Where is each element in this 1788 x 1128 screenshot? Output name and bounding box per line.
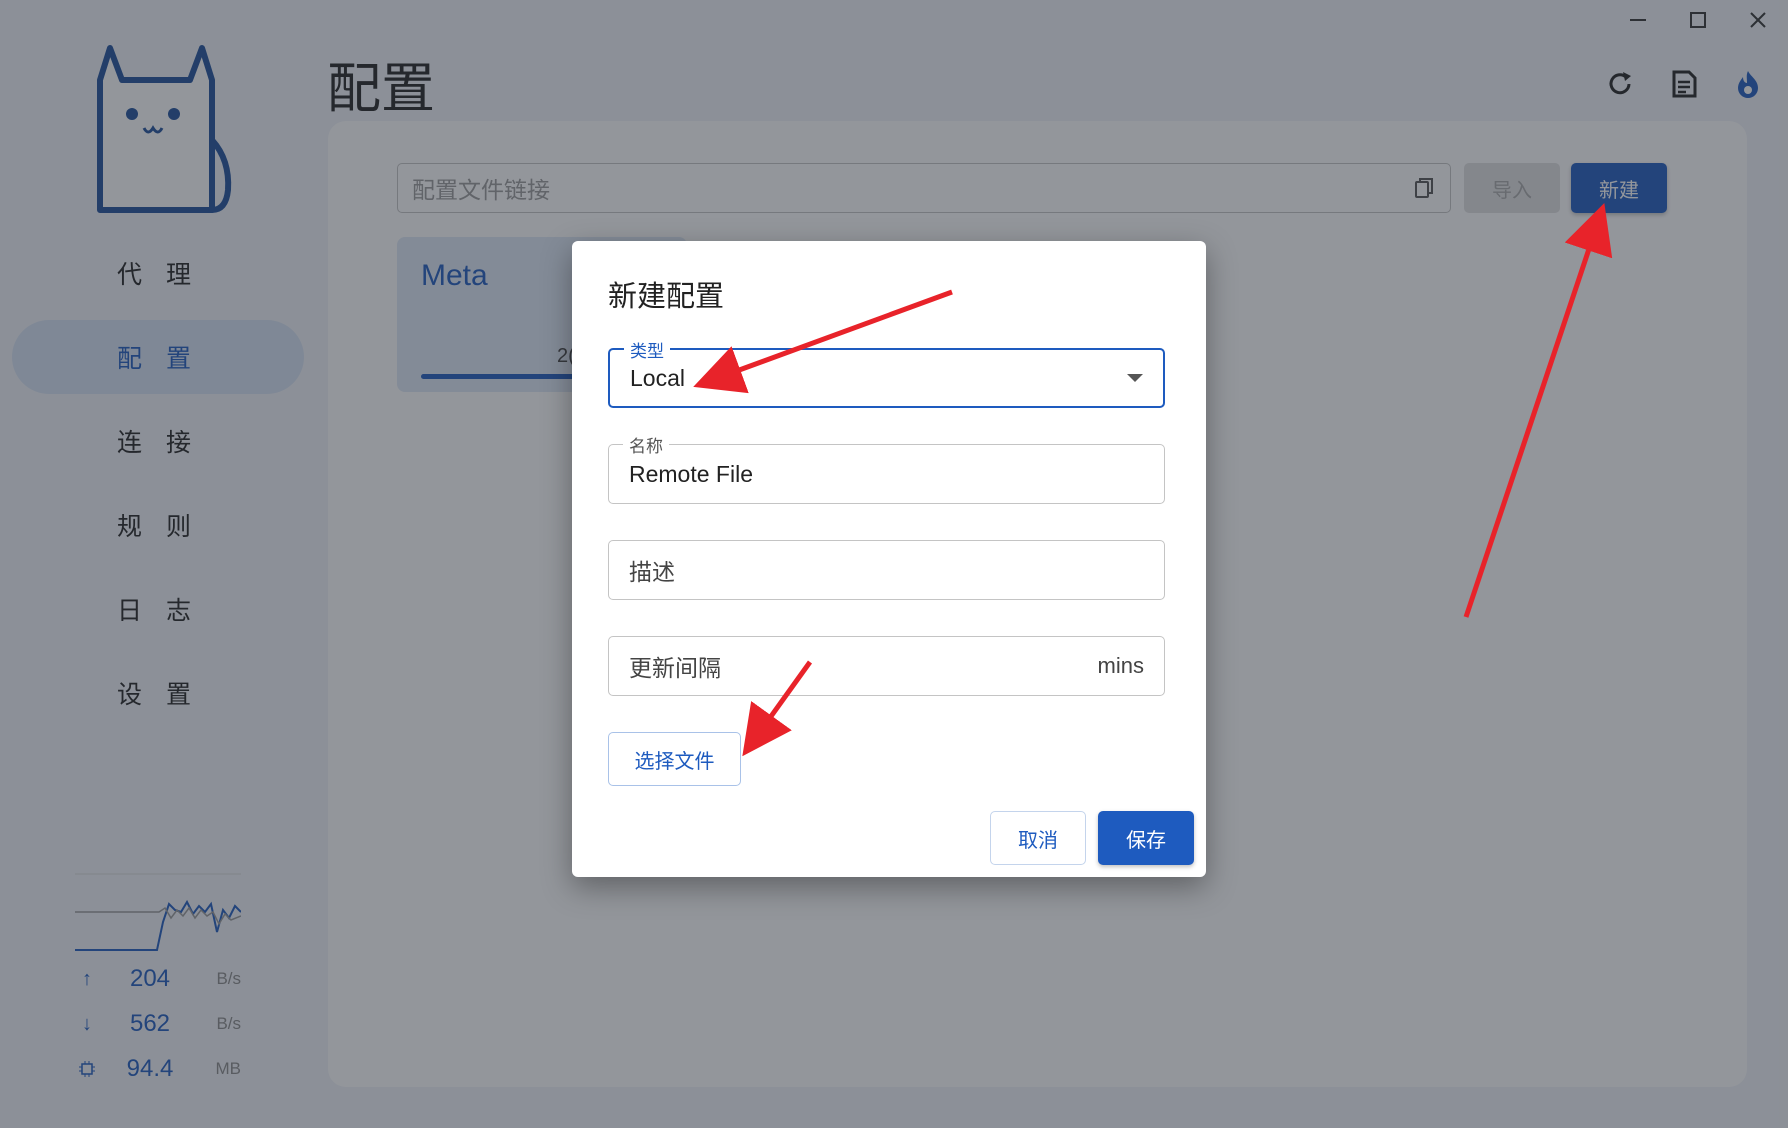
type-value: Local — [630, 364, 685, 391]
interval-placeholder: 更新间隔 — [629, 656, 721, 682]
save-button[interactable]: 保存 — [1098, 811, 1194, 865]
choose-file-button[interactable]: 选择文件 — [608, 732, 741, 786]
description-placeholder: 描述 — [629, 560, 675, 586]
type-select[interactable]: 类型 Local — [608, 337, 1165, 408]
name-value: Remote File — [629, 460, 753, 487]
caret-down-icon — [1127, 374, 1143, 382]
interval-unit: mins — [1097, 653, 1144, 678]
new-profile-dialog: 新建配置 类型 Local 名称 Remote File 描述 更新间隔 min… — [572, 241, 1206, 877]
dialog-title: 新建配置 — [608, 279, 725, 313]
update-interval-field[interactable]: 更新间隔 mins — [608, 636, 1165, 696]
cancel-button[interactable]: 取消 — [990, 811, 1086, 865]
description-field[interactable]: 描述 — [608, 540, 1165, 600]
name-label: 名称 — [623, 432, 669, 457]
name-field[interactable]: 名称 Remote File — [608, 432, 1165, 504]
app-window: 代 理 配 置 连 接 规 则 日 志 设 置 ↑ 204 B/s ↓ 562 … — [0, 0, 1788, 1128]
type-label: 类型 — [624, 337, 670, 362]
